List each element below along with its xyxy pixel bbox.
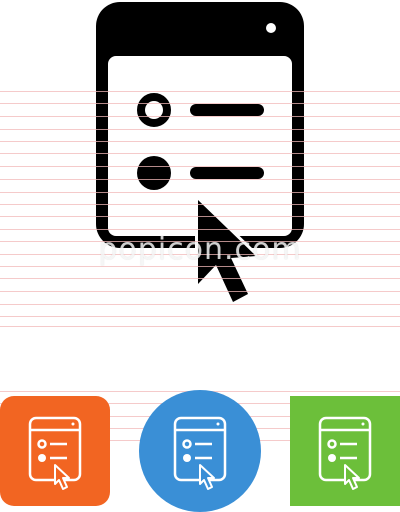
list-line-2 [190, 167, 264, 179]
list-line-1 [190, 104, 264, 116]
green-square-variant [290, 396, 400, 506]
icon-preview-sheet: popicon.com [0, 0, 400, 512]
green-square-bg [290, 396, 400, 506]
blue-circle-variant [139, 390, 261, 512]
camera-dot [266, 23, 276, 33]
radio-filled-icon [137, 156, 171, 190]
orange-square-bg [0, 396, 110, 506]
blue-circle-bg [139, 390, 261, 512]
orange-square-variant [0, 396, 110, 506]
